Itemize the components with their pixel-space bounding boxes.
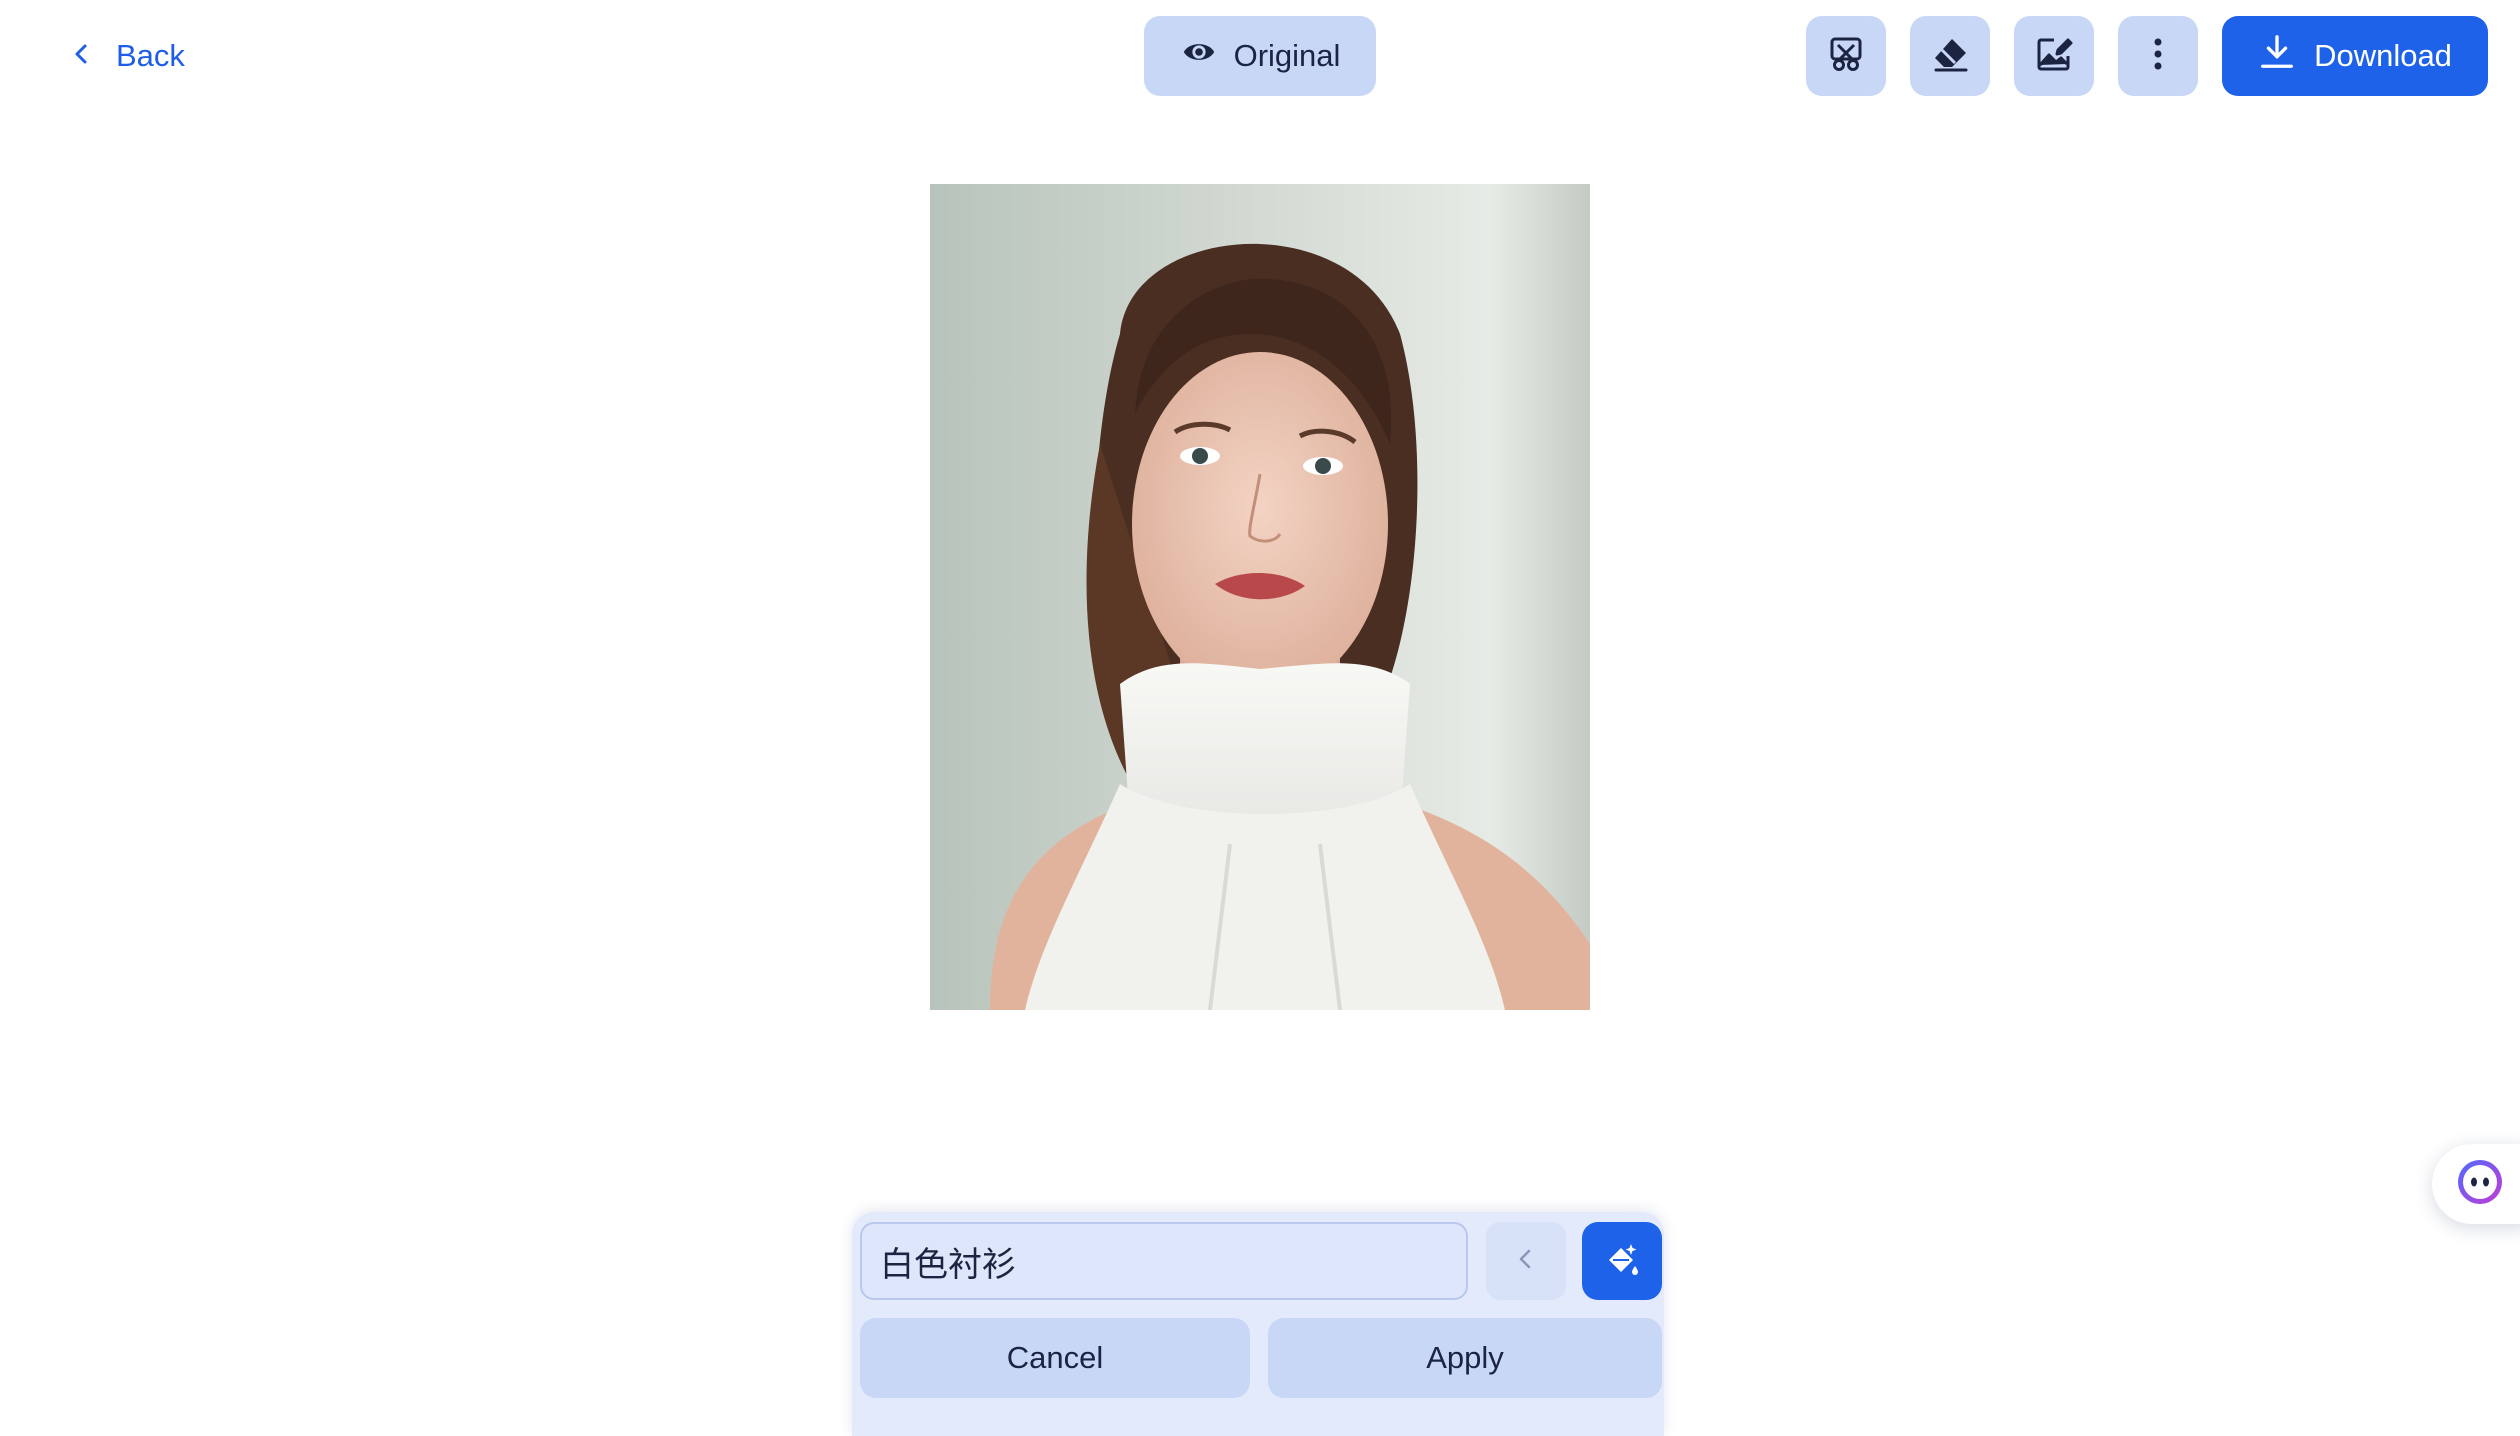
download-button[interactable]: Download xyxy=(2222,16,2488,96)
eye-icon xyxy=(1180,33,1218,79)
generate-button[interactable] xyxy=(1582,1222,1662,1300)
original-toggle-button[interactable]: Original xyxy=(1144,16,1376,96)
prompt-input[interactable]: 白色衬衫 xyxy=(860,1222,1468,1300)
chevron-left-icon xyxy=(70,38,94,74)
cutout-button[interactable] xyxy=(1806,16,1886,96)
download-icon xyxy=(2258,33,2296,79)
previous-button[interactable] xyxy=(1486,1222,1566,1300)
image-edit-icon xyxy=(2034,34,2074,79)
edited-image xyxy=(930,184,1590,1010)
apply-button[interactable]: Apply xyxy=(1268,1318,1662,1398)
more-vertical-icon xyxy=(2138,34,2178,79)
image-edit-button[interactable] xyxy=(2014,16,2094,96)
assistant-bubble-button[interactable] xyxy=(2432,1144,2520,1224)
chevron-left-icon xyxy=(1514,1247,1538,1276)
magic-fill-icon xyxy=(1601,1238,1643,1285)
eraser-icon xyxy=(1930,34,1970,79)
back-label: Back xyxy=(116,38,185,73)
eraser-button[interactable] xyxy=(1910,16,1990,96)
prompt-input-value: 白色衬衫 xyxy=(880,1244,1016,1285)
cutout-scissors-icon xyxy=(1826,34,1866,79)
more-options-button[interactable] xyxy=(2118,16,2198,96)
back-button[interactable]: Back xyxy=(70,30,185,82)
original-label: Original xyxy=(1233,38,1341,73)
cancel-button[interactable]: Cancel xyxy=(860,1318,1250,1398)
download-label: Download xyxy=(2314,38,2452,73)
assistant-face-icon xyxy=(2454,1156,2506,1213)
